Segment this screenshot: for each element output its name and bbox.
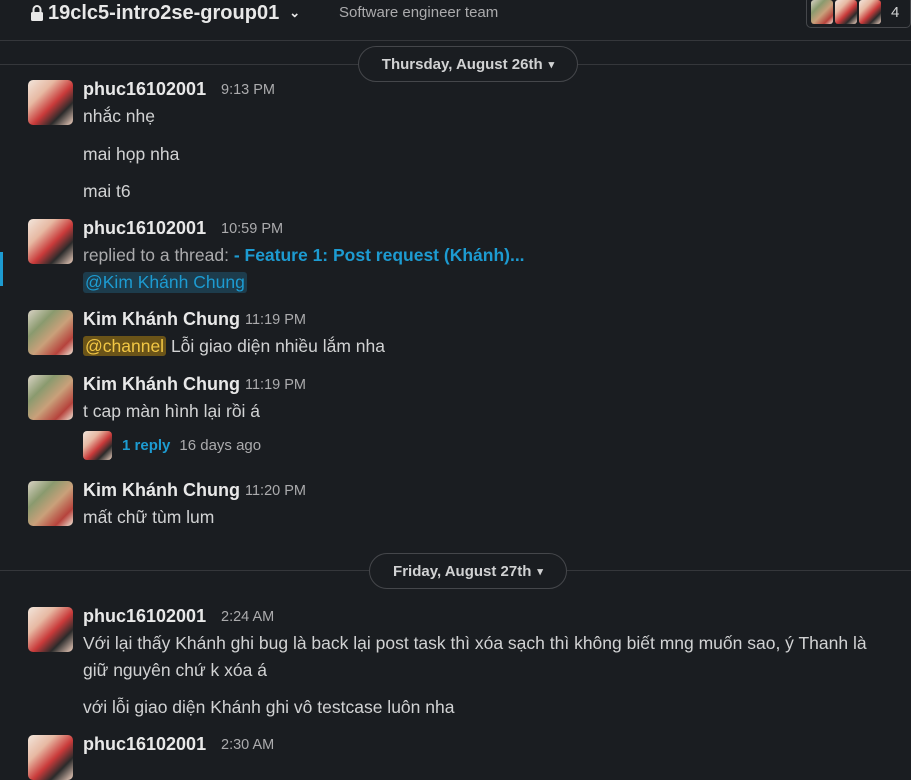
avatar (83, 430, 112, 460)
message-author[interactable]: phuc16102001 (83, 734, 206, 755)
members-button[interactable]: 4 (806, 0, 911, 28)
channel-topic[interactable]: Software engineer team (339, 4, 498, 21)
avatar (859, 0, 881, 24)
chevron-down-icon: ▾ (537, 565, 543, 578)
message-text: mai họp nha (83, 144, 180, 164)
avatar[interactable] (28, 219, 73, 264)
date-jump-button[interactable]: Friday, August 27th ▾ (369, 553, 567, 589)
message-text: @channel Lỗi giao diện nhiều lắm nha (83, 336, 385, 357)
avatar[interactable] (28, 735, 73, 780)
message-timestamp[interactable]: 11:20 PM (245, 483, 306, 499)
avatar (811, 0, 833, 24)
message-text: mai t6 (83, 181, 131, 201)
chevron-down-icon: ⌄ (289, 5, 301, 20)
channel-name: 19clc5-intro2se-group01 (48, 1, 280, 24)
avatar[interactable] (28, 80, 73, 125)
message-timestamp[interactable]: 2:24 AM (221, 609, 274, 625)
avatar[interactable] (28, 375, 73, 420)
avatar[interactable] (28, 607, 73, 652)
thread-reply-line: replied to a thread: - Feature 1: Post r… (83, 245, 525, 266)
avatar (835, 0, 857, 24)
channel-name-button[interactable]: 19clc5-intro2se-group01 ⌄ (30, 0, 300, 28)
reply-count-link[interactable]: 1 reply (122, 437, 170, 454)
message-text: Với lại thấy Khánh ghi bug là back lại p… (83, 633, 867, 653)
channel-mention[interactable]: @channel (83, 336, 167, 356)
avatar[interactable] (28, 481, 73, 526)
channel-header: 19clc5-intro2se-group01 ⌄ Software engin… (0, 0, 911, 41)
avatar[interactable] (28, 310, 73, 355)
message-timestamp[interactable]: 11:19 PM (245, 377, 306, 393)
message-timestamp[interactable]: 10:59 PM (221, 221, 283, 237)
message-text: giữ nguyên chứ k xóa á (83, 660, 267, 680)
replied-prefix: replied to a thread: (83, 245, 229, 265)
message-timestamp[interactable]: 2:30 AM (221, 737, 274, 753)
message-text: t cap màn hình lại rồi á (83, 401, 261, 421)
member-count: 4 (891, 3, 900, 21)
message-text: với lỗi giao diện Khánh ghi vô testcase … (83, 697, 455, 717)
message-text: nhắc nhẹ (83, 106, 156, 126)
message-body: Lỗi giao diện nhiều lắm nha (170, 336, 386, 356)
unread-marker (0, 252, 3, 286)
date-label: Friday, August 27th (393, 562, 532, 580)
chevron-down-icon: ▾ (548, 58, 555, 71)
date-jump-button[interactable]: Thursday, August 26th ▾ (358, 46, 578, 82)
last-reply-time: 16 days ago (179, 436, 262, 454)
thread-link[interactable]: - Feature 1: Post request (Khánh)... (234, 245, 525, 265)
message-text: mất chữ tùm lum (83, 507, 215, 527)
message-author[interactable]: phuc16102001 (83, 606, 206, 627)
message-author[interactable]: Kim Khánh Chung (83, 374, 240, 395)
message-author[interactable]: phuc16102001 (83, 218, 206, 239)
message-author[interactable]: Kim Khánh Chung (83, 309, 240, 330)
thread-replies-bar[interactable]: 1 reply 16 days ago (83, 430, 261, 460)
message-author[interactable]: phuc16102001 (83, 79, 206, 100)
date-label: Thursday, August 26th (381, 55, 543, 73)
lock-icon (31, 5, 43, 21)
message-timestamp[interactable]: 11:19 PM (245, 312, 306, 328)
message-timestamp[interactable]: 9:13 PM (221, 82, 275, 98)
message-author[interactable]: Kim Khánh Chung (83, 480, 240, 501)
user-mention[interactable]: @Kim Khánh Chung (83, 272, 247, 293)
